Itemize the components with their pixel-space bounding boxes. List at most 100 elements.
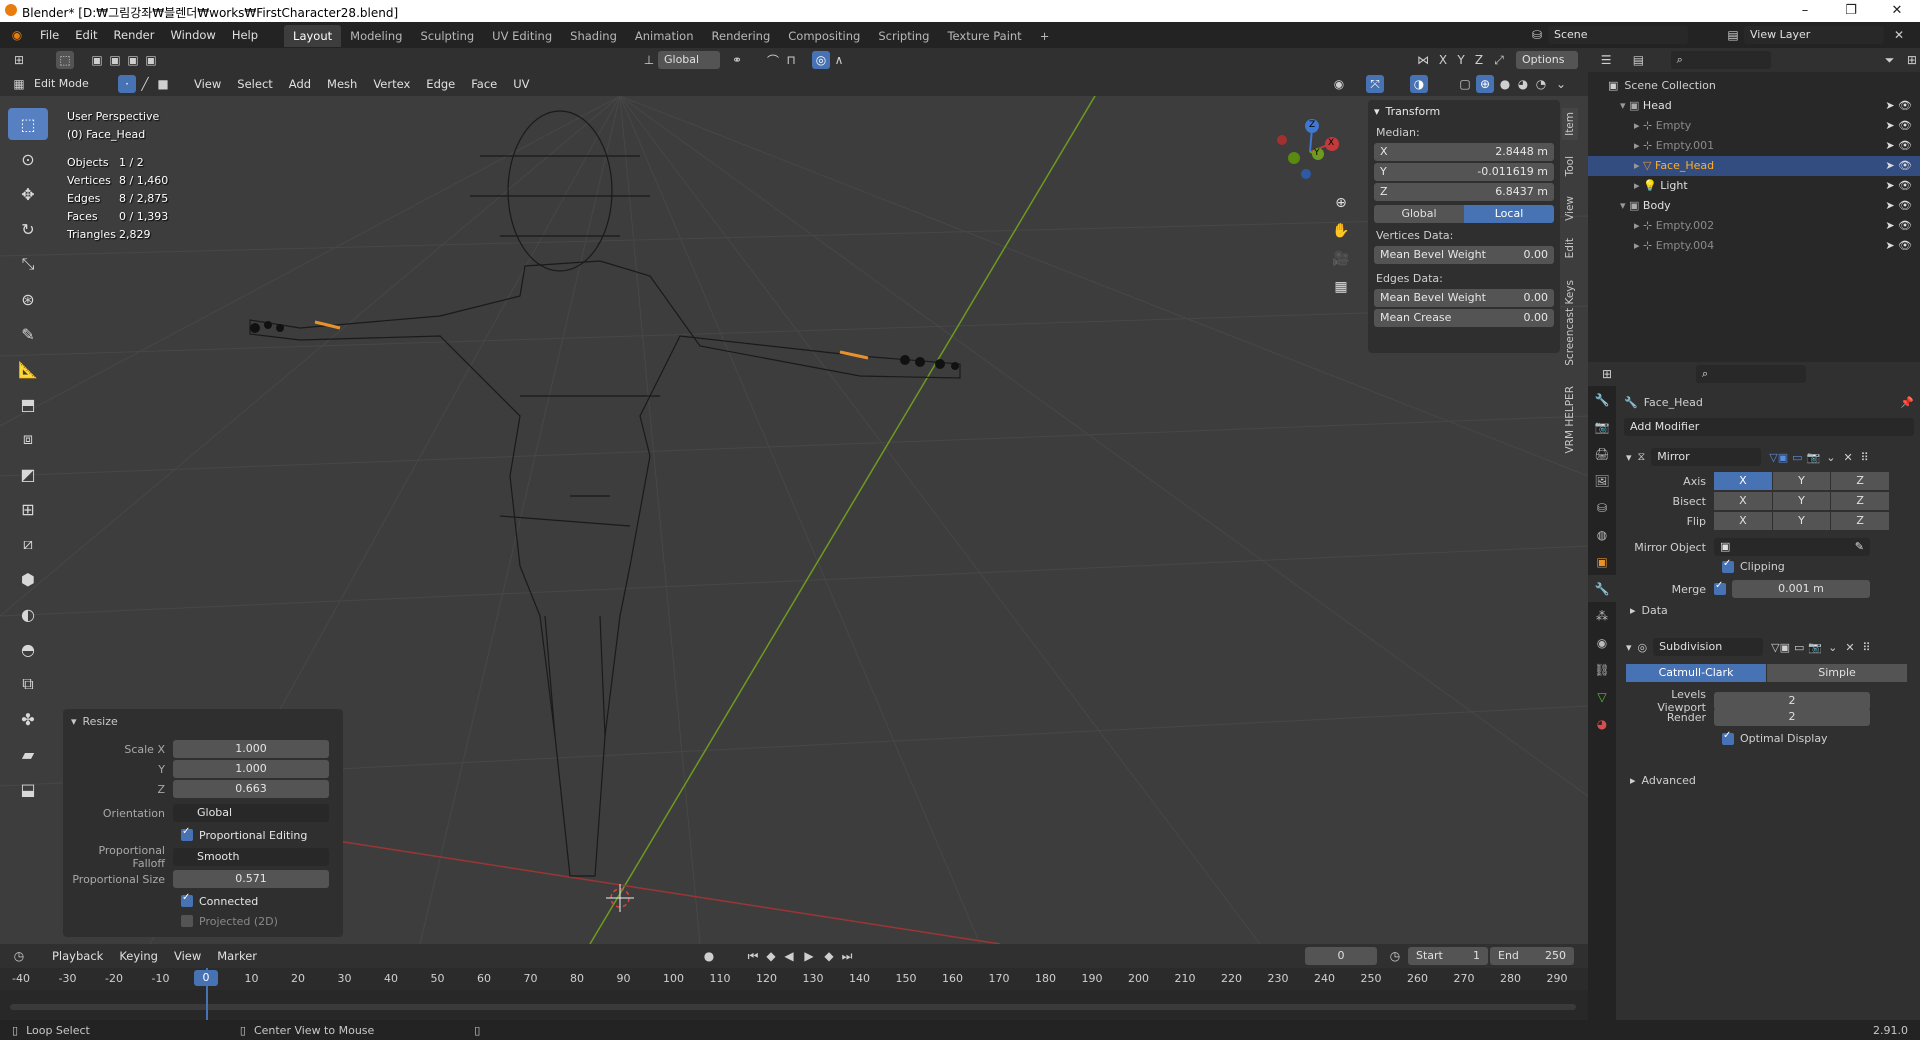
wireframe-shading-icon[interactable]: ⊕ [1476,75,1494,93]
vertex-bevel-weight-field[interactable]: Mean Bevel Weight 0.00 [1374,246,1554,264]
mode-new-icon[interactable]: ▣ [88,51,106,69]
zoom-icon[interactable]: ⊕ [1332,194,1350,212]
tab-rendering[interactable]: Rendering [703,25,780,47]
visibility-toggle-icon[interactable]: ➤ 👁 [1885,216,1912,236]
new-collection-icon[interactable]: ⊞ [1904,51,1920,69]
outliner-editor-type-icon[interactable]: ☰ [1598,51,1614,69]
resize-header[interactable]: ▾ Resize [63,709,343,733]
outliner-row-empty-002[interactable]: ▸ ⊹ Empty.002 ➤ 👁 [1588,216,1920,236]
mirror-object-field[interactable]: ▣ ✎ [1714,538,1870,556]
axis-y-button[interactable]: Y [1772,472,1831,490]
tab-sculpting[interactable]: Sculpting [411,25,483,47]
remove-modifier-icon[interactable]: ✕ [1843,451,1852,464]
clipping-checkbox[interactable] [1722,558,1734,573]
merge-checkbox[interactable] [1714,580,1726,595]
tab-scripting[interactable]: Scripting [869,25,938,47]
select-tool-icon[interactable]: ⬚ [8,108,48,140]
drag-handle-icon[interactable]: ⠿ [1863,641,1871,654]
xray-toggle-icon[interactable]: ▢ [1456,75,1474,93]
scale-z-field[interactable]: 0.663 [173,780,329,798]
expand-icon[interactable]: ▸ [1634,239,1643,252]
smooth-tool-icon[interactable]: ◓ [8,633,48,665]
visibility-toggle-icon[interactable]: ➤ 👁 [1885,136,1912,156]
gizmo-toggle-icon[interactable]: ⤧ [1366,75,1384,93]
menu-render[interactable]: Render [106,22,163,48]
physics-tab-icon[interactable]: ◉ [1588,629,1616,656]
add-modifier-dropdown[interactable]: Add Modifier [1624,418,1914,436]
ortho-toggle-icon[interactable]: ▦ [1332,278,1350,296]
shading-options-icon[interactable]: ⌄ [1552,75,1570,93]
camera-view-icon[interactable]: 🎥 [1332,250,1350,268]
prev-keyframe-icon[interactable]: ◆ [762,947,780,965]
mirror-name-field[interactable]: Mirror [1651,448,1762,466]
menu-edge[interactable]: Edge [418,71,463,97]
render-levels-field[interactable]: 2 [1714,708,1870,726]
data-subpanel[interactable]: ▸ Data [1630,604,1668,617]
tab-uv-editing[interactable]: UV Editing [483,25,561,47]
maximize-button[interactable]: ❐ [1828,0,1874,22]
dropdown-icon[interactable]: ⌄ [1828,641,1837,654]
solid-shading-icon[interactable]: ● [1496,75,1514,93]
axis-z-button[interactable]: Z [1831,472,1890,490]
expand-icon[interactable]: ▸ [1634,139,1643,152]
outliner-scene-collection[interactable]: ▣ Scene Collection [1588,76,1920,96]
tab-view[interactable]: View [1562,192,1578,225]
display-mode-icon[interactable]: ▤ [1630,51,1646,69]
menu-select[interactable]: Select [229,71,280,97]
menu-uv[interactable]: UV [505,71,537,97]
auto-merge-icon[interactable]: ⤢ [1490,51,1508,69]
view-layer-icon[interactable]: ▤ [1724,26,1742,44]
constraints-tab-icon[interactable]: ⛓ [1588,656,1616,683]
marker-menu[interactable]: Marker [209,943,265,969]
render-toggle-icon[interactable]: 📷 [1808,641,1822,654]
snap-target-icon[interactable]: ⊓ [782,51,800,69]
scale-x-field[interactable]: 1.000 [173,740,329,758]
scene-icon[interactable]: ⛁ [1528,26,1546,44]
median-y-field[interactable]: Y -0.011619 m [1374,163,1554,181]
scene-tab-icon[interactable]: ⛁ [1588,494,1616,521]
median-x-field[interactable]: X 2.8448 m [1374,143,1554,161]
projected-checkbox[interactable] [181,915,193,927]
tab-item[interactable]: Item [1562,108,1578,140]
preview-range-icon[interactable]: ◷ [1386,947,1404,965]
collapse-icon[interactable]: ▾ [1626,451,1632,464]
data-tab-icon[interactable]: ▽ [1588,683,1616,710]
tool-tab-icon[interactable]: 🔧 [1588,386,1616,413]
expand-icon[interactable]: ▸ [1634,159,1643,172]
view-layer-tab-icon[interactable]: 🖼 [1588,467,1616,494]
loop-cut-tool-icon[interactable]: ⊞ [8,493,48,525]
edge-select-icon[interactable]: ╱ [136,75,154,93]
timeline-editor-type-icon[interactable]: ◷ [10,947,28,965]
edit-mode-toggle-icon[interactable]: ▽▣ [1769,451,1788,464]
options-dropdown[interactable]: Options [1516,51,1578,69]
bisect-y-button[interactable]: Y [1772,492,1831,510]
drag-handle-icon[interactable]: ⠿ [1861,451,1869,464]
advanced-subpanel[interactable]: ▸ Advanced [1630,774,1696,787]
edit-mode-toggle-icon[interactable]: ▽▣ [1771,641,1790,654]
pan-hand-icon[interactable]: ✋ [1332,222,1350,240]
move-tool-icon[interactable]: ✥ [8,178,48,210]
mirror-y-toggle[interactable]: Y [1452,51,1470,69]
render-toggle-icon[interactable]: 📷 [1807,451,1821,464]
world-tab-icon[interactable]: ◍ [1588,521,1616,548]
tab-edit[interactable]: Edit [1562,234,1578,262]
visibility-toggle-icon[interactable]: ➤ 👁 [1885,156,1912,176]
scale-y-field[interactable]: 1.000 [173,760,329,778]
playback-menu[interactable]: Playback [44,943,111,969]
transform-header[interactable]: ▾ Transform [1368,100,1560,122]
material-tab-icon[interactable]: ◕ [1588,710,1616,737]
play-reverse-icon[interactable]: ◀ [780,947,798,965]
object-tab-icon[interactable]: ▣ [1588,548,1616,575]
select-box-tool-icon[interactable]: ⬚ [56,51,74,69]
mirror-options-icon[interactable]: ⋈ [1414,51,1432,69]
pin-icon[interactable]: 📌 [1900,396,1914,409]
menu-window[interactable]: Window [162,22,223,48]
visibility-icon[interactable]: ◉ [1330,75,1348,93]
proportional-editing-icon[interactable]: ◎ [812,51,830,69]
subdivision-name-field[interactable]: Subdivision [1653,638,1764,656]
falloff-dropdown[interactable]: Smooth [173,848,329,866]
merge-distance-field[interactable]: 0.001 m [1732,580,1870,598]
proportional-size-field[interactable]: 0.571 [173,870,329,888]
tab-texture-paint[interactable]: Texture Paint [938,25,1030,47]
catmull-clark-button[interactable]: Catmull-Clark [1626,664,1766,682]
